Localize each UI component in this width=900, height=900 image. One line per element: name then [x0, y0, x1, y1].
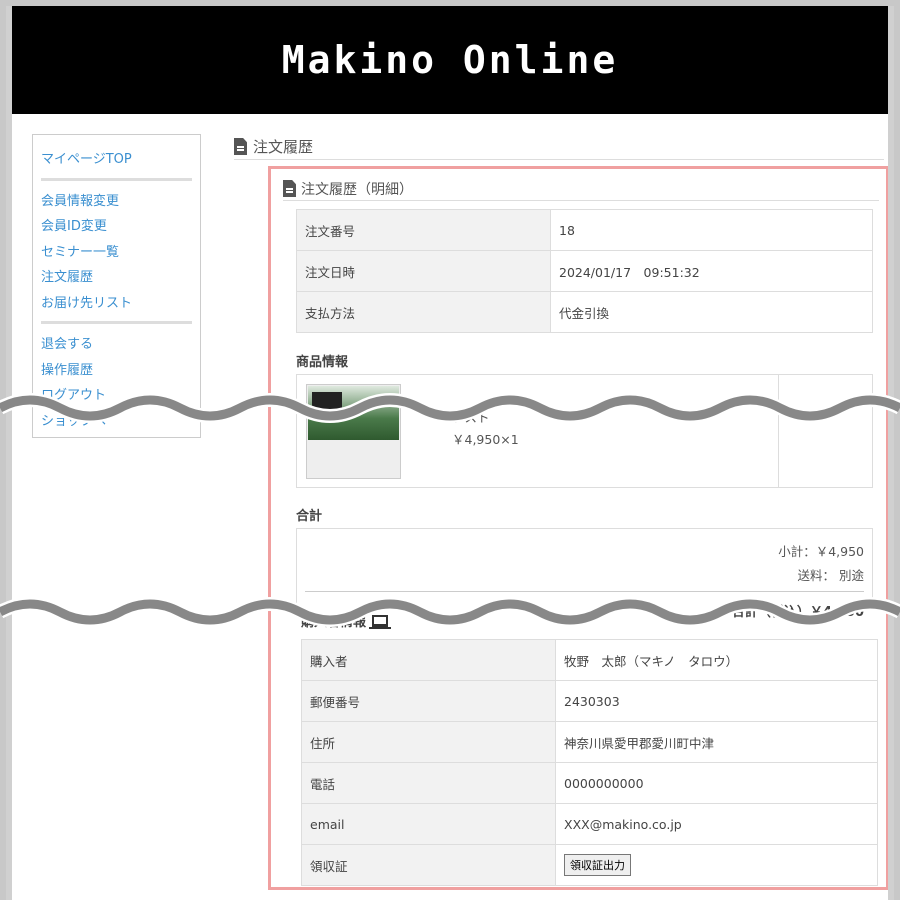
order-date-value: 2024/01/17 09:51:32 [550, 250, 873, 292]
buyer-section-text: 購入者情報 [301, 615, 367, 630]
sidebar-divider [41, 177, 192, 181]
table-row: 購入者 牧野 太郎（マキノ タロウ） [301, 639, 878, 681]
document-icon [234, 138, 247, 155]
phone-label: 電話 [301, 762, 556, 804]
product-divider [778, 375, 779, 487]
order-detail-title: 注文履歴（明細） [283, 177, 879, 201]
order-date-label: 注文日時 [296, 250, 551, 292]
sidebar-item-member-info[interactable]: 会員情報変更 [41, 189, 192, 215]
receipt-cell: 領収証出力 [555, 844, 878, 886]
laptop-icon [369, 614, 392, 629]
table-row: email XXX@makino.co.jp [301, 803, 878, 845]
product-price: ￥4,950×1 [452, 432, 519, 447]
sidebar-item-address-list[interactable]: お届け先リスト [41, 291, 192, 317]
payment-method-label: 支払方法 [296, 291, 551, 333]
product-thumbnail[interactable] [306, 384, 401, 479]
order-number-value: 18 [550, 209, 873, 251]
buyer-name-label: 購入者 [301, 639, 556, 681]
postal-code-value: 2430303 [555, 680, 878, 722]
total-section-heading: 合計 [296, 509, 323, 524]
table-row: 住所 神奈川県愛甲郡愛川町中津 [301, 721, 878, 763]
buyer-name-value: 牧野 太郎（マキノ タロウ） [555, 639, 878, 681]
shipping-text: 送料： 別途 [797, 568, 864, 583]
site-header: Makino Online [12, 6, 888, 114]
page-title-text: 注文履歴 [253, 138, 314, 156]
document-icon [283, 180, 296, 197]
grand-total-text: 合計（税込）￥4,950 [731, 605, 864, 620]
address-value: 神奈川県愛甲郡愛川町中津 [555, 721, 878, 763]
page-title: 注文履歴 [234, 134, 884, 160]
page-frame: Makino Online マイページTOP 会員情報変更 会員ID変更 セミナ… [6, 6, 894, 900]
receipt-output-button[interactable]: 領収証出力 [564, 854, 631, 876]
site-logo[interactable]: Makino Online [282, 38, 618, 82]
email-value: XXX@makino.co.jp [555, 803, 878, 845]
table-row: 電話 0000000000 [301, 762, 878, 804]
buyer-info-table: 購入者 牧野 太郎（マキノ タロウ） 郵便番号 2430303 住所 神奈川県愛… [301, 639, 878, 886]
sidebar-item-activity-log[interactable]: 操作履歴 [41, 358, 192, 384]
product-section-heading: 商品情報 [296, 355, 349, 370]
sidebar-item-mypage-top[interactable]: マイページTOP [41, 147, 192, 173]
receipt-label: 領収証 [301, 844, 556, 886]
buyer-section-heading: 購入者情報 [301, 611, 392, 630]
table-row: 郵便番号 2430303 [301, 680, 878, 722]
postal-code-label: 郵便番号 [301, 680, 556, 722]
email-label: email [301, 803, 556, 845]
subtotal-text: 小計：￥4,950 [778, 544, 864, 559]
product-item: テスト ￥4,950×1 [296, 374, 873, 488]
order-detail-title-text: 注文履歴（明細） [301, 181, 413, 198]
table-row: 注文番号 18 [296, 209, 873, 251]
mypage-sidebar: マイページTOP 会員情報変更 会員ID変更 セミナー一覧 注文履歴 お届け先リ… [32, 134, 201, 438]
table-row: 注文日時 2024/01/17 09:51:32 [296, 250, 873, 292]
table-row: 領収証 領収証出力 [301, 844, 878, 886]
order-detail-panel: 注文履歴（明細） 注文番号 18 注文日時 2024/01/17 09:51:3… [268, 166, 888, 890]
sidebar-divider [41, 321, 192, 324]
total-divider [305, 591, 864, 592]
order-number-label: 注文番号 [296, 209, 551, 251]
sidebar-item-seminars[interactable]: セミナー一覧 [41, 240, 192, 266]
product-name[interactable]: テスト [452, 407, 490, 426]
table-row: 支払方法 代金引換 [296, 291, 873, 333]
phone-value: 0000000000 [555, 762, 878, 804]
address-label: 住所 [301, 721, 556, 763]
sidebar-item-logout[interactable]: ログアウト [41, 383, 192, 409]
sidebar-item-member-id[interactable]: 会員ID変更 [41, 214, 192, 240]
total-box: 小計：￥4,950 送料： 別途 合計（税込）￥4,950 [296, 528, 873, 620]
sidebar-item-order-history[interactable]: 注文履歴 [41, 265, 192, 291]
payment-method-value: 代金引換 [550, 291, 873, 333]
sidebar-item-shop[interactable]: ショップへ [41, 409, 192, 435]
order-info-table: 注文番号 18 注文日時 2024/01/17 09:51:32 支払方法 代金… [296, 209, 873, 333]
sidebar-item-withdraw[interactable]: 退会する [41, 332, 192, 358]
